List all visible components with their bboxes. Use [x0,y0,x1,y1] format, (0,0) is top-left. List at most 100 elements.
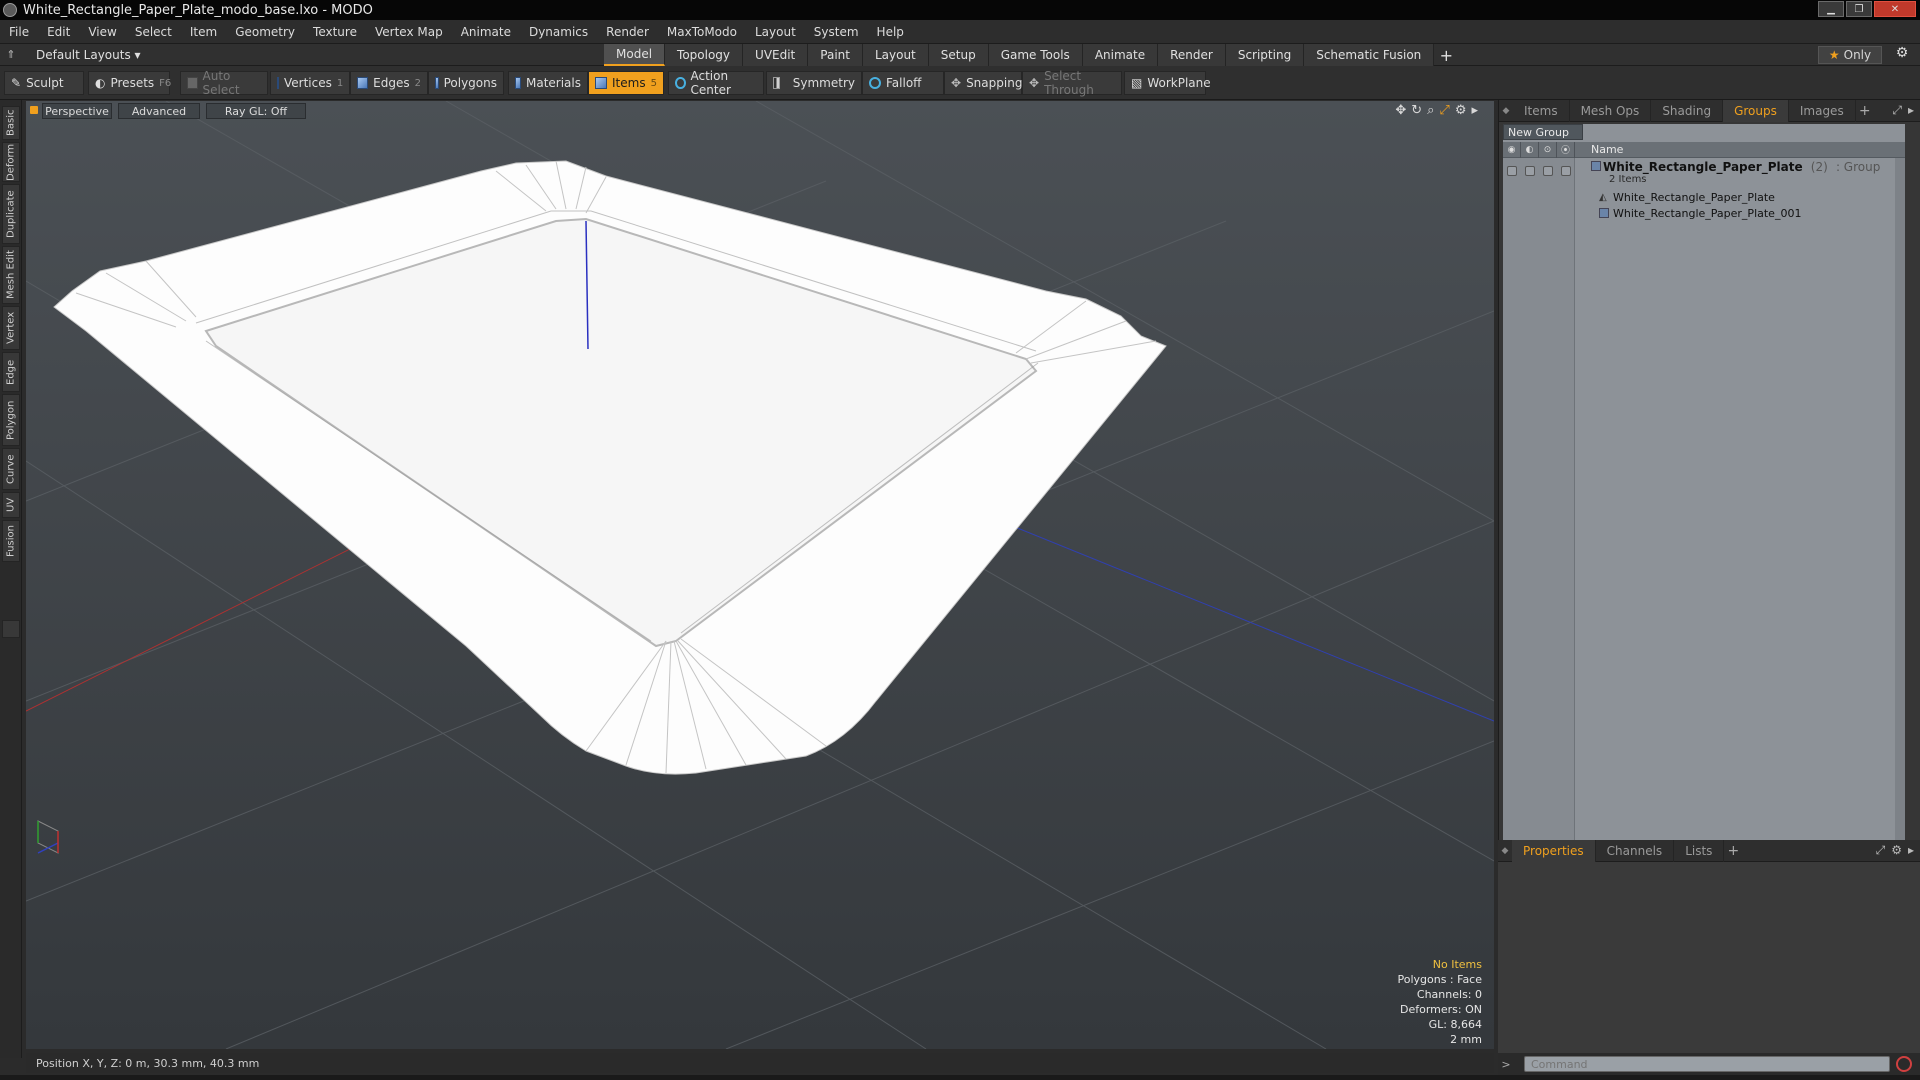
snapping-button[interactable]: ✥ Snapping [944,71,1022,95]
viewport-arrow-icon[interactable]: ▸ [1471,103,1478,118]
layout-expand-icon[interactable]: ⇑ [0,48,22,61]
select-through-button[interactable]: ✥ Select Through [1022,69,1122,97]
tab-images[interactable]: Images [1789,99,1856,122]
tab-scripting[interactable]: Scripting [1225,44,1305,66]
render-column-icon[interactable]: ◐ [1521,141,1539,158]
viewport-gear-icon[interactable]: ⚙ [1455,103,1467,118]
zoom-icon[interactable]: ⌕ [1427,103,1434,118]
maximize-panel-icon[interactable]: ⤢ [1892,103,1902,118]
tab-lists[interactable]: Lists [1674,839,1725,862]
menu-dynamics[interactable]: Dynamics [520,25,597,39]
menu-view[interactable]: View [79,25,125,39]
group-visibility-toggle[interactable] [1507,166,1517,176]
tab-uv[interactable]: UV [2,492,20,518]
restore-icon[interactable]: ❐ [1846,1,1872,17]
tab-shading[interactable]: Shading [1651,99,1724,122]
group-row[interactable]: White_Rectangle_Paper_Plate (2) : Group … [1503,160,1905,188]
group-child-row[interactable]: ◭ White_Rectangle_Paper_Plate [1503,189,1905,205]
group-lock-toggle[interactable] [1543,166,1553,176]
tab-model[interactable]: Model [604,44,666,66]
close-icon[interactable]: ✕ [1874,1,1916,17]
tab-properties[interactable]: Properties [1512,839,1596,862]
tab-items[interactable]: Items [1513,99,1570,122]
tab-groups[interactable]: Groups [1723,99,1789,122]
tab-mesh-edit[interactable]: Mesh Edit [2,246,20,304]
tab-basic[interactable]: Basic [2,106,20,140]
command-input[interactable] [1524,1056,1890,1072]
tab-mesh-ops[interactable]: Mesh Ops [1570,99,1652,122]
tab-animate[interactable]: Animate [1082,44,1159,66]
tab-topology[interactable]: Topology [665,44,744,66]
tab-deform[interactable]: Deform [2,142,20,182]
tab-channels[interactable]: Channels [1596,839,1675,862]
menu-vertex-map[interactable]: Vertex Map [366,25,452,39]
menu-system[interactable]: System [805,25,868,39]
tab-paint[interactable]: Paint [808,44,863,66]
pan-icon[interactable]: ✥ [1395,103,1406,118]
minimize-icon[interactable]: ▁ [1818,1,1844,17]
command-record-icon[interactable] [1896,1056,1912,1072]
tab-schematic-fusion[interactable]: Schematic Fusion [1304,44,1435,66]
layout-selector[interactable]: Default Layouts ▾ [36,48,146,62]
menu-texture[interactable]: Texture [304,25,366,39]
lock-column-icon[interactable]: ⊙ [1539,141,1557,158]
menu-help[interactable]: Help [868,25,913,39]
tab-fusion[interactable]: Fusion [2,520,20,562]
properties-maximize-icon[interactable]: ⤢ [1876,843,1886,858]
presets-button[interactable]: ◐ Presets F6 [88,71,171,95]
falloff-button[interactable]: Falloff [862,71,944,95]
group-child-row[interactable]: White_Rectangle_Paper_Plate_001 [1503,205,1905,221]
tab-edge[interactable]: Edge [2,352,20,392]
tab-polygon[interactable]: Polygon [2,394,20,446]
workplane-button[interactable]: ▧ WorkPlane [1124,71,1211,95]
select-column-icon[interactable]: ⦿ [1557,141,1575,158]
menu-geometry[interactable]: Geometry [226,25,304,39]
add-properties-tab-icon[interactable]: + [1724,843,1742,859]
tab-setup[interactable]: Setup [928,44,989,66]
panel-grip-icon[interactable]: ◆ [1499,100,1513,122]
polygons-button[interactable]: Polygons [428,71,504,95]
new-group-button[interactable]: New Group [1503,124,1583,140]
shading-advanced-button[interactable]: Advanced [118,103,200,119]
edges-button[interactable]: Edges 2 [350,71,428,95]
tab-curve[interactable]: Curve [2,448,20,490]
tab-layout[interactable]: Layout [862,44,929,66]
add-panel-tab-icon[interactable]: + [1856,103,1874,119]
menu-layout[interactable]: Layout [746,25,805,39]
tab-duplicate[interactable]: Duplicate [2,184,20,244]
panel-arrow-icon[interactable]: ▸ [1908,103,1914,118]
properties-arrow-icon[interactable]: ▸ [1908,843,1914,858]
tab-vertex[interactable]: Vertex [2,306,20,350]
3d-viewport[interactable]: Perspective Advanced Ray GL: Off ✥ ↻ ⌕ ⤢… [26,101,1494,1049]
items-button[interactable]: Items 5 [588,71,664,95]
toggle-panel-icon[interactable] [2,620,20,638]
menu-maxtomodo[interactable]: MaxToModo [658,25,746,39]
visibility-column-icon[interactable]: ◉ [1503,141,1521,158]
only-button[interactable]: ★ Only [1818,46,1882,64]
menu-edit[interactable]: Edit [38,25,79,39]
tab-render[interactable]: Render [1158,44,1226,66]
menu-render[interactable]: Render [597,25,658,39]
properties-grip-icon[interactable]: ◆ [1498,840,1512,862]
viewport-pin-icon[interactable] [30,106,38,114]
auto-select-button[interactable]: Auto Select [180,69,268,97]
rotate-icon[interactable]: ↻ [1411,103,1422,118]
tab-uvedit[interactable]: UVEdit [743,44,809,66]
tab-game-tools[interactable]: Game Tools [988,44,1083,66]
menu-file[interactable]: File [0,25,38,39]
view-perspective-button[interactable]: Perspective [42,103,112,119]
menu-item[interactable]: Item [181,25,226,39]
raygl-button[interactable]: Ray GL: Off [206,103,306,119]
name-column-header[interactable]: Name [1591,143,1623,156]
group-render-toggle[interactable] [1525,166,1535,176]
groups-scrollbar[interactable] [1895,158,1905,840]
menu-animate[interactable]: Animate [452,25,520,39]
gear-icon[interactable]: ⚙ [1892,45,1912,65]
group-select-toggle[interactable] [1561,166,1571,176]
sculpt-button[interactable]: ✎ Sculpt [4,71,84,95]
action-center-button[interactable]: Action Center [668,69,764,97]
menu-select[interactable]: Select [126,25,181,39]
add-tab-icon[interactable]: + [1434,44,1458,66]
vertices-button[interactable]: Vertices 1 [270,71,350,95]
symmetry-button[interactable]: Symmetry [766,71,862,95]
